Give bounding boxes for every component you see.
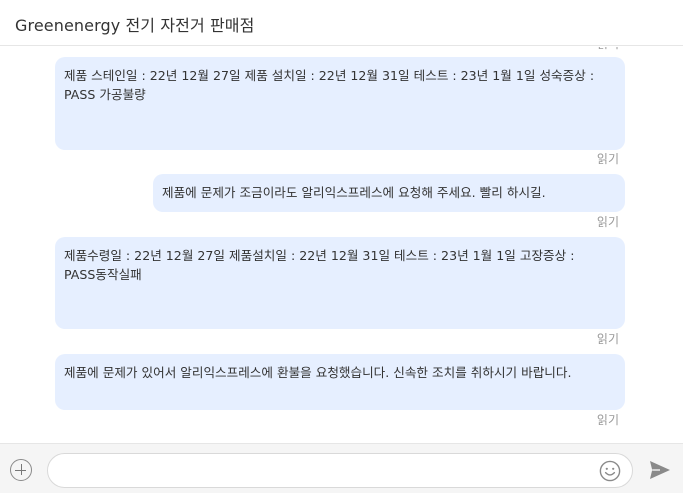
smiley-icon[interactable] xyxy=(599,460,621,482)
message-status: 읽기 xyxy=(596,413,619,427)
chat-title: Greenenergy 전기 자전거 판매점 xyxy=(15,16,255,35)
message-bubble[interactable]: 제품 스테인일 : 22년 12월 27일 제품 설치일 : 22년 12월 3… xyxy=(55,57,625,150)
message-input[interactable] xyxy=(47,453,633,488)
send-icon[interactable] xyxy=(649,460,671,480)
message-status: 읽기 xyxy=(596,332,619,346)
message-bubble[interactable]: 제품수령일 : 22년 12월 27일 제품설치일 : 22년 12월 31일 … xyxy=(55,237,625,329)
message-bubble[interactable]: 제품에 문제가 조금이라도 알리익스프레스에 요청해 주세요. 빨리 하시길. xyxy=(153,174,625,212)
chat-window: Greenenergy 전기 자전거 판매점 읽기 제품 스테인일 : 22년 … xyxy=(0,0,683,493)
message-status: 읽기 xyxy=(597,47,619,52)
composer-bar xyxy=(0,443,683,493)
message-status: 읽기 xyxy=(596,152,619,166)
message-list[interactable]: 읽기 제품 스테인일 : 22년 12월 27일 제품 설치일 : 22년 12… xyxy=(0,47,683,443)
message-status: 읽기 xyxy=(596,215,619,229)
add-attachment-icon[interactable] xyxy=(10,459,32,481)
message-bubble[interactable]: 제품에 문제가 있어서 알리익스프레스에 환불을 요청했습니다. 신속한 조치를… xyxy=(55,354,625,410)
chat-header: Greenenergy 전기 자전거 판매점 xyxy=(0,0,683,46)
